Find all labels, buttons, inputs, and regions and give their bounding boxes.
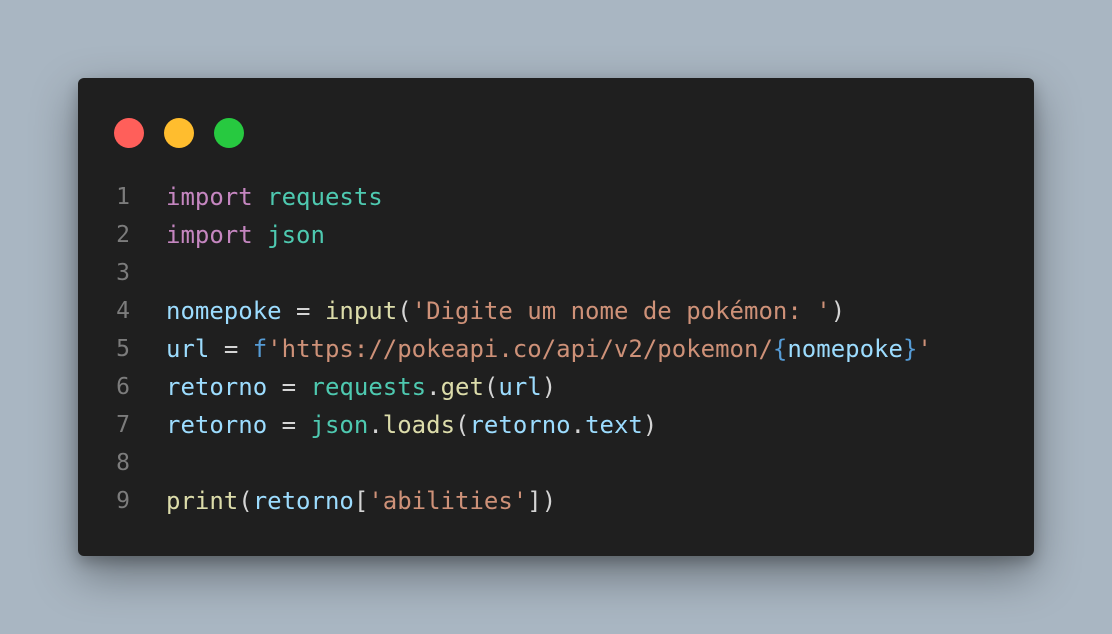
string-end: ' xyxy=(917,335,932,363)
paren-open: ( xyxy=(483,373,499,401)
code-block: 1 import requests 2 import json 3 4 nome… xyxy=(78,178,1034,520)
line-number: 5 xyxy=(116,336,130,362)
interp-variable: nomepoke xyxy=(787,335,903,363)
code-text: url = f'https://pokeapi.co/api/v2/pokemo… xyxy=(166,330,1034,368)
paren-close: ) xyxy=(642,411,658,439)
dot: . xyxy=(426,373,441,401)
interp-brace-open: { xyxy=(772,335,788,363)
line-number: 4 xyxy=(116,298,130,324)
variable: url xyxy=(166,335,210,363)
code-text-empty xyxy=(166,444,1034,482)
string-literal: 'https://pokeapi.co/api/v2/pokemon/ xyxy=(267,335,773,363)
code-line: 3 xyxy=(78,254,1034,292)
interp-brace-close: } xyxy=(902,335,918,363)
dot: . xyxy=(368,411,383,439)
fstring-prefix: f xyxy=(252,335,268,363)
keyword: import xyxy=(166,221,253,249)
operator: = xyxy=(296,297,311,325)
paren-open: ( xyxy=(455,411,470,439)
paren-open: ( xyxy=(397,297,412,325)
code-text: retorno = requests.get(url) xyxy=(166,368,1034,406)
argument: retorno xyxy=(469,411,571,439)
code-line: 2 import json xyxy=(78,216,1034,254)
line-number: 2 xyxy=(116,222,130,248)
operator: = xyxy=(281,411,297,439)
variable: retorno xyxy=(166,411,268,439)
module-name: json xyxy=(267,221,325,249)
module-name: requests xyxy=(267,183,383,211)
code-line: 5 url = f'https://pokeapi.co/api/v2/poke… xyxy=(78,330,1034,368)
code-text: import json xyxy=(166,216,1034,254)
paren-close: ) xyxy=(541,373,557,401)
paren-close: ) xyxy=(830,297,846,325)
code-line: 6 retorno = requests.get(url) xyxy=(78,368,1034,406)
bracket-close: ] xyxy=(527,487,542,515)
operator: = xyxy=(223,335,239,363)
line-number: 1 xyxy=(116,184,130,210)
module-name: json xyxy=(310,411,369,439)
code-line: 9 print(retorno['abilities']) xyxy=(78,482,1034,520)
close-dot-icon[interactable] xyxy=(114,118,144,148)
maximize-dot-icon[interactable] xyxy=(214,118,244,148)
code-text: retorno = json.loads(retorno.text) xyxy=(166,406,1034,444)
function-name: get xyxy=(440,373,484,401)
function-name: loads xyxy=(382,411,456,439)
function-name: input xyxy=(324,297,398,325)
code-text: import requests xyxy=(166,178,1034,216)
paren-open: ( xyxy=(238,487,253,515)
module-name: requests xyxy=(310,373,427,401)
line-number: 8 xyxy=(116,450,130,476)
keyword: import xyxy=(166,183,253,211)
line-number: 6 xyxy=(116,374,130,400)
dot: . xyxy=(570,411,586,439)
code-line: 8 xyxy=(78,444,1034,482)
line-number: 9 xyxy=(116,488,130,514)
string-literal: 'Digite um nome de pokémon: ' xyxy=(411,297,831,325)
string-literal: 'abilities' xyxy=(368,487,528,515)
bracket-open: [ xyxy=(353,487,369,515)
line-number: 7 xyxy=(116,412,130,438)
code-line: 4 nomepoke = input('Digite um nome de po… xyxy=(78,292,1034,330)
variable: nomepoke xyxy=(166,297,282,325)
code-line: 7 retorno = json.loads(retorno.text) xyxy=(78,406,1034,444)
function-name: print xyxy=(166,487,239,515)
minimize-dot-icon[interactable] xyxy=(164,118,194,148)
line-number: 3 xyxy=(116,260,130,286)
code-text: print(retorno['abilities']) xyxy=(166,482,1034,520)
variable: retorno xyxy=(252,487,354,515)
window-controls xyxy=(114,118,244,148)
code-window: 1 import requests 2 import json 3 4 nome… xyxy=(78,78,1034,556)
variable: retorno xyxy=(166,373,268,401)
operator: = xyxy=(281,373,297,401)
attribute: text xyxy=(585,411,643,439)
code-text: nomepoke = input('Digite um nome de poké… xyxy=(166,292,1034,330)
argument: url xyxy=(498,373,542,401)
paren-close: ) xyxy=(541,487,557,515)
code-line: 1 import requests xyxy=(78,178,1034,216)
code-text-empty xyxy=(166,254,1034,292)
